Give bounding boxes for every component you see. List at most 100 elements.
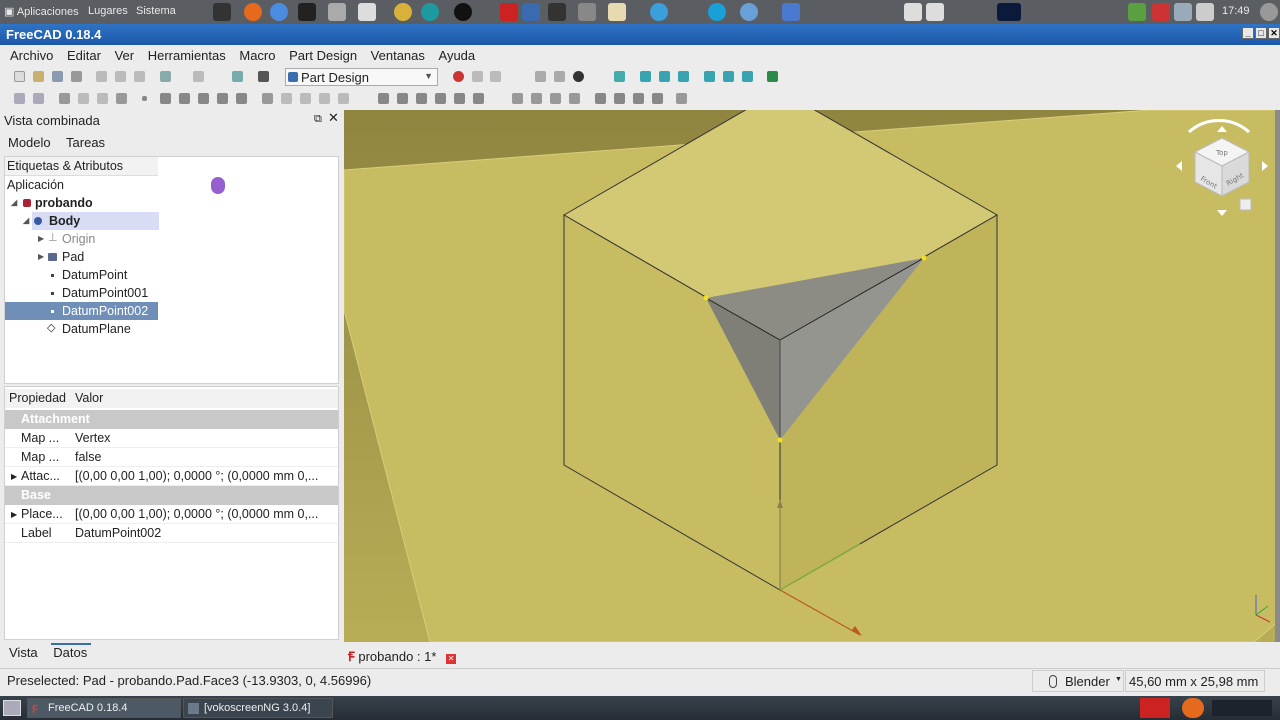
- part-icon[interactable]: [14, 93, 25, 104]
- tree-item-datumpoint002[interactable]: DatumPoint002: [5, 302, 158, 320]
- body-icon[interactable]: [33, 93, 44, 104]
- fit-all-icon[interactable]: [535, 71, 546, 82]
- view-bottom-icon[interactable]: [723, 71, 734, 82]
- property-value[interactable]: Vertex: [74, 429, 338, 447]
- property-row-attachment-offset[interactable]: ▶ Attac... [(0,00 0,00 1,00); 0,0000 °; …: [5, 467, 338, 486]
- mirrored-icon[interactable]: [512, 93, 523, 104]
- copy-icon[interactable]: [115, 71, 126, 82]
- navigation-style-button[interactable]: Blender ▼: [1032, 670, 1124, 692]
- apps-menu[interactable]: ▣ Aplicaciones: [4, 5, 79, 18]
- macro-record-icon[interactable]: [453, 71, 464, 82]
- property-row-map-reversed[interactable]: Map ... false: [5, 448, 338, 467]
- nav-view-menu-icon[interactable]: [1239, 198, 1252, 211]
- collapse-arrow-icon[interactable]: ▶: [38, 230, 44, 248]
- tree-application[interactable]: Aplicación: [7, 176, 64, 194]
- local-cs-icon[interactable]: [198, 93, 209, 104]
- terminal-launcher-icon[interactable]: [213, 3, 231, 21]
- cut-icon[interactable]: [96, 71, 107, 82]
- clone-icon[interactable]: [262, 93, 273, 104]
- new-doc-icon[interactable]: [14, 71, 25, 82]
- edit-sketch-icon[interactable]: [78, 93, 89, 104]
- menu-herramientas[interactable]: Herramientas: [148, 48, 226, 63]
- network-icon[interactable]: [1174, 3, 1192, 21]
- close-panel-icon[interactable]: ✕: [328, 111, 339, 126]
- subshape-binder-icon[interactable]: [236, 93, 247, 104]
- property-row-map-mode[interactable]: Map ... Vertex: [5, 429, 338, 448]
- tree-item-body[interactable]: ◢ Body: [23, 212, 159, 230]
- power-icon[interactable]: [1260, 3, 1278, 21]
- settings-launcher-icon[interactable]: [522, 3, 540, 21]
- chamfer-icon[interactable]: [614, 93, 625, 104]
- document-launcher-icon[interactable]: [358, 3, 376, 21]
- view-right-icon[interactable]: [678, 71, 689, 82]
- datum-point-icon[interactable]: [142, 96, 147, 101]
- menu-macro[interactable]: Macro: [239, 48, 275, 63]
- property-row-placement[interactable]: ▶ Place... [(0,00 0,00 1,00); 0,0000 °; …: [5, 505, 338, 524]
- view-front-icon[interactable]: [640, 71, 651, 82]
- groove-icon[interactable]: [416, 93, 427, 104]
- boolean-icon[interactable]: [676, 93, 687, 104]
- c-app-launcher-icon[interactable]: [708, 3, 726, 21]
- gimp-launcher-icon[interactable]: [394, 3, 412, 21]
- view-isometric-icon[interactable]: [614, 71, 625, 82]
- open-icon[interactable]: [33, 71, 44, 82]
- view-left-icon[interactable]: [742, 71, 753, 82]
- workbench-selector[interactable]: Part Design ▼: [285, 68, 438, 86]
- shape-binder-icon[interactable]: [217, 93, 228, 104]
- firefox-launcher-icon[interactable]: [244, 3, 262, 21]
- datum-point-marker-2[interactable]: [921, 255, 927, 261]
- expand-arrow-icon[interactable]: ◢: [11, 194, 17, 212]
- places-menu[interactable]: Lugares: [88, 5, 128, 17]
- view-rear-icon[interactable]: [704, 71, 715, 82]
- datum-line-icon[interactable]: [160, 93, 171, 104]
- workspace-1-icon[interactable]: [904, 3, 922, 21]
- console-launcher-icon[interactable]: [298, 3, 316, 21]
- close-tab-icon[interactable]: ✕: [446, 654, 457, 664]
- property-value[interactable]: false: [74, 448, 338, 466]
- property-group-attachment[interactable]: Attachment: [5, 410, 338, 429]
- menu-editar[interactable]: Editar: [67, 48, 101, 63]
- property-value[interactable]: DatumPoint002: [74, 524, 338, 542]
- tab-tareas[interactable]: Tareas: [66, 135, 105, 150]
- subtractive-prim-icon[interactable]: [473, 93, 484, 104]
- pocket-icon[interactable]: [378, 93, 389, 104]
- macro-stop-icon[interactable]: [472, 71, 483, 82]
- tool-launcher-icon[interactable]: [578, 3, 596, 21]
- update-icon[interactable]: [1152, 3, 1170, 21]
- screenshot-launcher-icon[interactable]: [328, 3, 346, 21]
- archive-launcher-icon[interactable]: [608, 3, 626, 21]
- tab-probando[interactable]: Ꞙ probando : 1* ✕: [348, 647, 457, 665]
- clock[interactable]: 17:49: [1222, 5, 1250, 17]
- sketch-icon[interactable]: [59, 93, 70, 104]
- vscode-launcher-icon[interactable]: [782, 3, 800, 21]
- task-vokoscreen[interactable]: [vokoscreenNG 3.0.4]: [183, 698, 333, 718]
- view-top-icon[interactable]: [659, 71, 670, 82]
- telegram-launcher-icon[interactable]: [650, 3, 668, 21]
- hole-icon[interactable]: [397, 93, 408, 104]
- collapse-arrow-icon[interactable]: ▶: [38, 248, 44, 266]
- arduino-launcher-icon[interactable]: [421, 3, 439, 21]
- minimize-icon[interactable]: _: [1242, 27, 1254, 39]
- tab-modelo[interactable]: Modelo: [8, 135, 51, 150]
- datum-plane-icon[interactable]: [179, 93, 190, 104]
- pad-icon[interactable]: [281, 93, 292, 104]
- property-value[interactable]: [(0,00 0,00 1,00); 0,0000 °; (0,0000 mm …: [74, 467, 338, 485]
- draft-icon[interactable]: [633, 93, 644, 104]
- menu-ayuda[interactable]: Ayuda: [439, 48, 476, 63]
- system-menu[interactable]: Sistema: [136, 5, 176, 17]
- revolution-icon[interactable]: [300, 93, 311, 104]
- datum-point-marker-3[interactable]: [777, 437, 783, 443]
- chrome-launcher-icon[interactable]: [270, 3, 288, 21]
- 3d-viewport[interactable]: Top Front Right: [344, 110, 1280, 642]
- draw-style-icon[interactable]: [573, 71, 584, 82]
- undo-icon[interactable]: [160, 71, 171, 82]
- paste-icon[interactable]: [134, 71, 145, 82]
- tab-datos[interactable]: Datos: [51, 643, 92, 660]
- value-column-header[interactable]: Valor: [75, 389, 103, 408]
- polar-pattern-icon[interactable]: [550, 93, 561, 104]
- task-freecad[interactable]: Ꞙ FreeCAD 0.18.4: [27, 698, 181, 718]
- tab-vista[interactable]: Vista: [9, 645, 38, 660]
- validate-sketch-icon[interactable]: [116, 93, 127, 104]
- fillet-icon[interactable]: [595, 93, 606, 104]
- loft-icon[interactable]: [319, 93, 330, 104]
